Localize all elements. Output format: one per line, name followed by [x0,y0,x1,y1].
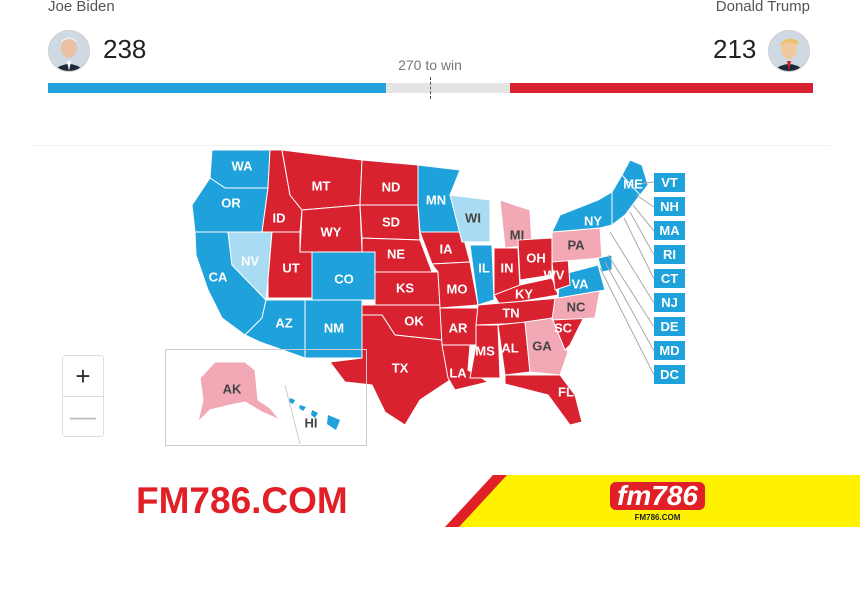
box-ct[interactable]: CT [654,269,685,288]
label-ia: IA [440,242,454,257]
watermark-text: FM786.COM [136,480,348,521]
label-co: CO [334,272,354,287]
label-id: ID [273,211,286,226]
state-fl[interactable] [504,374,583,426]
label-mo: MO [447,282,468,297]
ak-hi-inset-frame [165,349,367,446]
label-in: IN [501,261,514,276]
box-de[interactable]: DE [654,317,685,336]
label-la: LA [449,366,467,381]
label-ms: MS [475,344,495,359]
label-wv: WV [544,268,565,283]
label-ne: NE [387,247,405,262]
label-mi: MI [510,228,524,243]
label-ok: OK [404,314,424,329]
label-nv: NV [241,254,259,269]
state-ny[interactable] [551,191,613,233]
label-va: VA [571,277,589,292]
box-ma[interactable]: MA [654,221,685,240]
label-tx: TX [392,361,409,376]
box-nj[interactable]: NJ [654,293,685,312]
label-mn: MN [426,193,446,208]
label-oh: OH [526,251,546,266]
label-ga: GA [532,339,552,354]
label-nd: ND [382,180,401,195]
label-ar: AR [449,321,468,336]
watermark-logo: fm786 [610,482,705,510]
label-me: ME [623,177,643,192]
label-az: AZ [275,316,292,331]
box-nh[interactable]: NH [654,197,685,216]
label-or: OR [221,196,241,211]
label-fl: FL [558,385,574,400]
zoom-in-button[interactable]: + [63,356,103,397]
box-vt[interactable]: VT [654,173,685,192]
label-pa: PA [567,238,585,253]
label-sd: SD [382,215,400,230]
label-al: AL [501,341,518,356]
zoom-control: + — [62,355,104,437]
label-ut: UT [282,261,299,276]
box-ri[interactable]: RI [654,245,685,264]
label-wi: WI [465,211,481,226]
label-wy: WY [321,225,342,240]
watermark-logo-subtext: FM786.COM [634,513,681,522]
label-ny: NY [584,214,602,229]
label-tn: TN [502,306,519,321]
label-nm: NM [324,321,344,336]
box-md[interactable]: MD [654,341,685,360]
label-sc: SC [554,321,573,336]
label-ky: KY [515,287,533,302]
box-dc[interactable]: DC [654,365,685,384]
label-wa: WA [232,159,254,174]
label-ks: KS [396,281,414,296]
zoom-out-button[interactable]: — [63,396,103,436]
label-nc: NC [567,300,586,315]
label-ca: CA [209,270,228,285]
label-il: IL [478,261,490,276]
label-mt: MT [312,179,331,194]
